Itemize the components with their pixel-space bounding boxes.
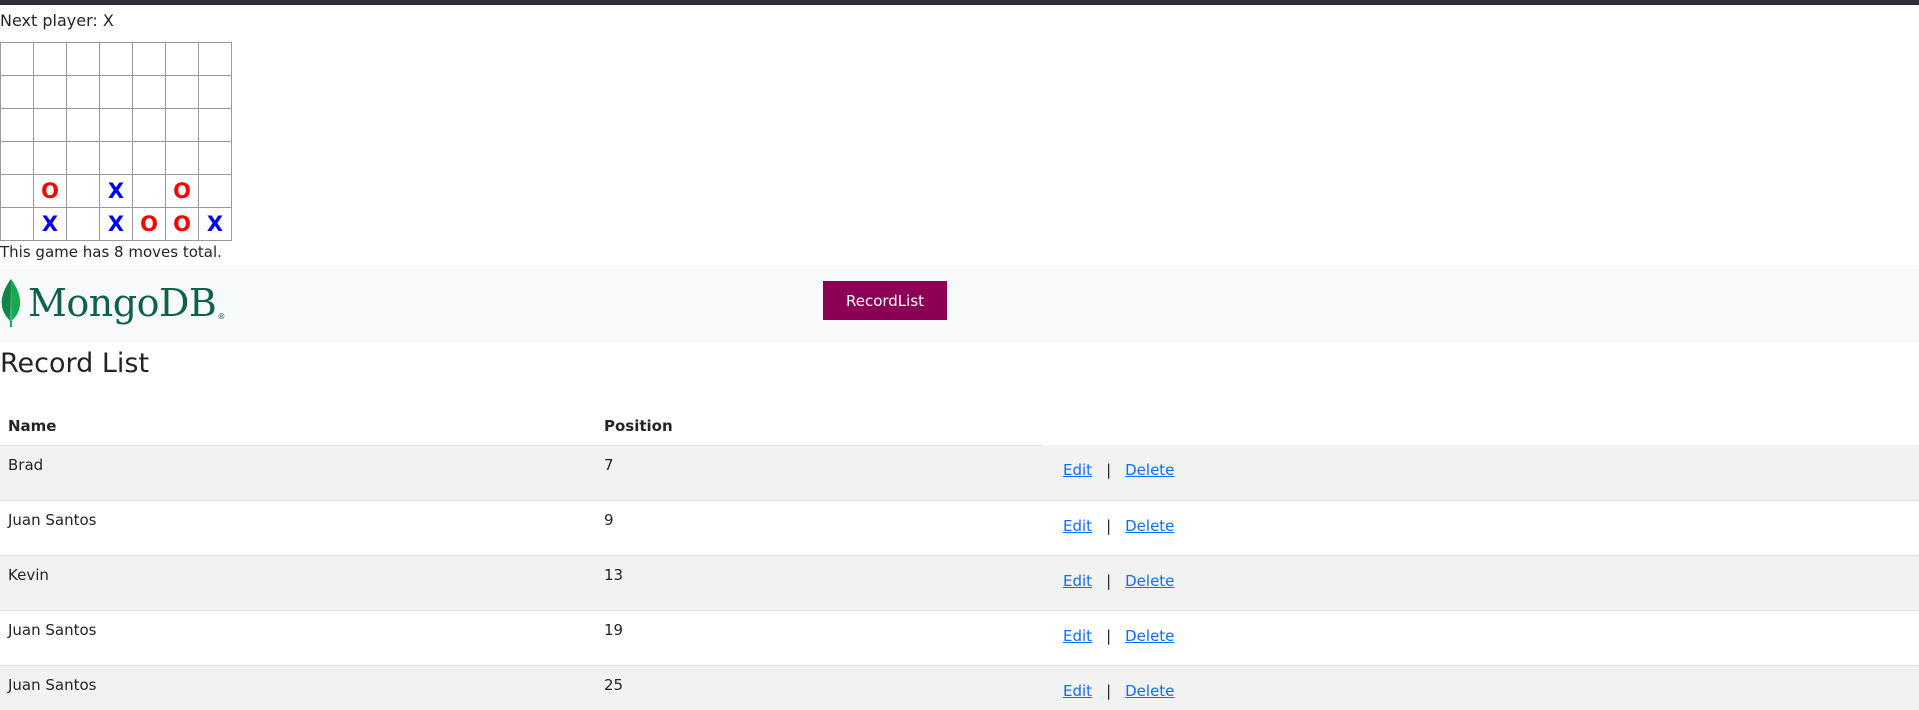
edit-link[interactable]: Edit — [1063, 572, 1092, 590]
board-cell[interactable]: X — [99, 174, 133, 208]
board-cell[interactable] — [66, 207, 100, 241]
board-cell[interactable] — [33, 75, 67, 109]
mongodb-leaf-icon — [0, 278, 22, 328]
records-table: Name Position Brad 7 Edit | Delete Juan Santo… — [0, 391, 1919, 710]
action-separator: | — [1106, 571, 1112, 590]
record-actions-cell: Edit | Delete — [1042, 665, 1919, 710]
board-cell[interactable] — [99, 108, 133, 142]
board-row — [0, 42, 232, 76]
board-cell[interactable] — [33, 141, 67, 175]
edit-link[interactable]: Edit — [1063, 627, 1092, 645]
board-cell[interactable] — [198, 75, 232, 109]
board-row — [0, 108, 232, 142]
record-actions-cell: Edit | Delete — [1042, 610, 1919, 666]
board-cell[interactable] — [132, 141, 166, 175]
board-cell[interactable] — [66, 174, 100, 208]
board-cell[interactable]: O — [132, 207, 166, 241]
board-cell[interactable] — [99, 141, 133, 175]
board-cell[interactable] — [0, 207, 34, 241]
navbar: MongoDB ® RecordList — [0, 265, 1919, 342]
board-row — [0, 141, 232, 175]
column-header-position: Position — [596, 391, 1042, 446]
board-cell[interactable] — [198, 141, 232, 175]
action-separator: | — [1106, 516, 1112, 535]
page-title: Record List — [0, 348, 150, 379]
next-player-status: Next player: X — [0, 11, 114, 30]
board-row — [0, 75, 232, 109]
column-header-name: Name — [0, 391, 596, 446]
board-cell[interactable] — [132, 174, 166, 208]
record-actions-cell: Edit | Delete — [1042, 500, 1919, 556]
action-separator: | — [1106, 681, 1112, 700]
board-cell[interactable]: X — [33, 207, 67, 241]
board-cell[interactable] — [0, 141, 34, 175]
board-cell[interactable] — [66, 75, 100, 109]
edit-link[interactable]: Edit — [1063, 517, 1092, 535]
board-cell[interactable] — [165, 108, 199, 142]
board-cell[interactable] — [132, 108, 166, 142]
record-actions-cell: Edit | Delete — [1042, 445, 1919, 501]
board-row: XXOOX — [0, 207, 232, 241]
record-position-cell: 25 — [596, 665, 1042, 710]
board-cell[interactable] — [99, 42, 133, 76]
record-position-cell: 19 — [596, 610, 1042, 666]
board-cell[interactable] — [0, 174, 34, 208]
record-actions-cell: Edit | Delete — [1042, 555, 1919, 611]
record-name-cell: Juan Santos — [0, 665, 596, 710]
board-cell[interactable]: X — [198, 207, 232, 241]
board-row: OXO — [0, 174, 232, 208]
record-name-cell: Juan Santos — [0, 610, 596, 666]
column-header-actions — [1042, 391, 1919, 445]
action-separator: | — [1106, 461, 1112, 479]
record-name-cell: Brad — [0, 445, 596, 501]
board-cell[interactable] — [132, 75, 166, 109]
board-cell[interactable] — [198, 174, 232, 208]
board-cell[interactable] — [198, 42, 232, 76]
board-cell[interactable] — [33, 42, 67, 76]
action-separator: | — [1106, 626, 1112, 645]
edit-link[interactable]: Edit — [1063, 461, 1092, 479]
board-cell[interactable]: X — [99, 207, 133, 241]
moves-total-text: This game has 8 moves total. — [0, 243, 222, 261]
record-position-cell: 9 — [596, 500, 1042, 556]
table-row: Kevin 13 Edit | Delete — [0, 555, 1919, 611]
board-cell[interactable] — [0, 108, 34, 142]
board-cell[interactable] — [198, 108, 232, 142]
table-row: Juan Santos 9 Edit | Delete — [0, 500, 1919, 556]
record-list-nav-button[interactable]: RecordList — [823, 281, 947, 320]
delete-link[interactable]: Delete — [1125, 572, 1174, 590]
board-cell[interactable]: O — [33, 174, 67, 208]
delete-link[interactable]: Delete — [1125, 461, 1174, 479]
delete-link[interactable]: Delete — [1125, 682, 1174, 700]
record-position-cell: 13 — [596, 555, 1042, 611]
edit-link[interactable]: Edit — [1063, 682, 1092, 700]
board-cell[interactable] — [165, 42, 199, 76]
game-board: OXOXXOOX — [0, 42, 232, 241]
board-cell[interactable] — [66, 108, 100, 142]
record-name-cell: Kevin — [0, 555, 596, 611]
board-cell[interactable] — [132, 42, 166, 76]
board-cell[interactable] — [0, 42, 34, 76]
record-position-cell: 7 — [596, 445, 1042, 501]
table-row: Juan Santos 19 Edit | Delete — [0, 610, 1919, 666]
board-cell[interactable] — [0, 75, 34, 109]
table-row: Brad 7 Edit | Delete — [0, 445, 1919, 501]
mongodb-wordmark: MongoDB — [28, 281, 217, 325]
board-cell[interactable]: O — [165, 207, 199, 241]
board-cell[interactable] — [99, 75, 133, 109]
record-name-cell: Juan Santos — [0, 500, 596, 556]
records-header-row: Name Position — [0, 391, 1919, 446]
board-cell[interactable] — [165, 75, 199, 109]
board-cell[interactable]: O — [165, 174, 199, 208]
board-cell[interactable] — [66, 42, 100, 76]
board-cell[interactable] — [66, 141, 100, 175]
table-row: Juan Santos 25 Edit | Delete — [0, 665, 1919, 710]
delete-link[interactable]: Delete — [1125, 627, 1174, 645]
board-cell[interactable] — [33, 108, 67, 142]
registered-mark: ® — [217, 312, 226, 321]
mongodb-brand-link[interactable]: MongoDB ® — [0, 273, 225, 333]
board-cell[interactable] — [165, 141, 199, 175]
delete-link[interactable]: Delete — [1125, 517, 1174, 535]
